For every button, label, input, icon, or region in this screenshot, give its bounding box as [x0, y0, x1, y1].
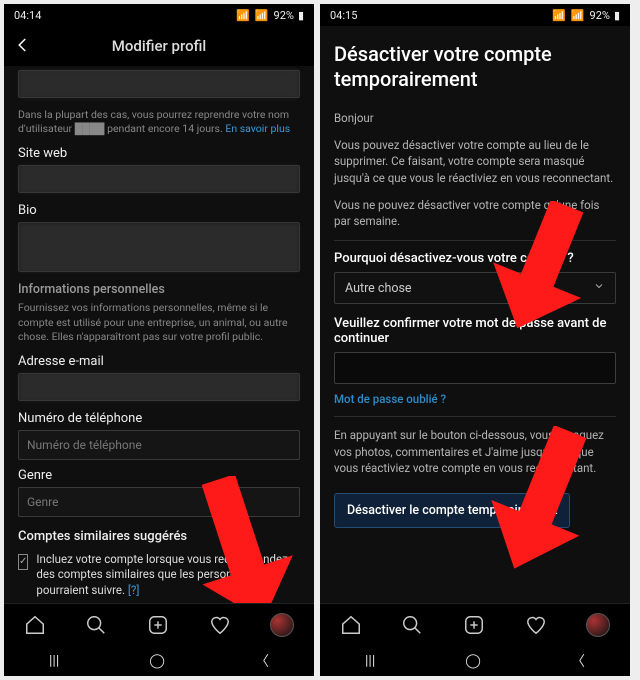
password-field[interactable]	[334, 352, 616, 384]
username-caption: Dans la plupart des cas, vous pourrez re…	[18, 108, 300, 136]
deactivate-p1: Vous pouvez désactiver votre compte au l…	[334, 137, 616, 187]
similar-help-link[interactable]: [?]	[125, 583, 139, 597]
separator	[334, 416, 616, 417]
home-icon[interactable]	[24, 614, 46, 636]
add-icon[interactable]	[147, 614, 169, 636]
content-right: Désactiver votre compte temporairement B…	[320, 26, 630, 603]
nav-home-icon[interactable]: ◯	[149, 653, 165, 669]
profile-avatar[interactable]	[270, 613, 294, 637]
tab-bar	[4, 603, 314, 646]
phone-field[interactable]: Numéro de téléphone	[18, 430, 300, 460]
chevron-down-icon	[593, 280, 605, 296]
confirm-pwd-label: Veuillez confirmer votre mot de passe av…	[334, 316, 616, 346]
genre-field[interactable]: Genre	[18, 487, 300, 517]
learn-more-link[interactable]: En savoir plus	[223, 122, 290, 135]
genre-label: Genre	[18, 468, 300, 483]
similar-checkbox-row[interactable]: ✓ Incluez votre compte lorsque vous reco…	[18, 552, 300, 599]
separator	[334, 240, 616, 241]
title-bar: Modifier profil	[4, 26, 314, 66]
search-icon[interactable]	[401, 614, 423, 636]
android-nav: ||| ◯ 〈	[320, 646, 630, 676]
status-time: 04:15	[330, 9, 357, 22]
personal-info-caption: Fournissez vos informations personnelles…	[18, 301, 300, 344]
status-icons: 📶 📶	[552, 9, 585, 22]
home-icon[interactable]	[340, 614, 362, 636]
deactivate-p3: En appuyant sur le bouton ci-dessous, vo…	[334, 427, 616, 477]
email-field[interactable]	[18, 373, 300, 401]
reason-select[interactable]: Autre chose	[334, 272, 616, 304]
nav-back-icon[interactable]: 〈	[571, 651, 585, 671]
username-field[interactable]	[18, 70, 300, 98]
status-right: 📶 📶 92% ▮	[236, 9, 304, 22]
search-icon[interactable]	[85, 614, 107, 636]
site-web-field[interactable]	[18, 165, 300, 193]
checkbox-icon[interactable]: ✓	[18, 554, 28, 570]
deactivate-title: Désactiver votre compte temporairement	[334, 42, 616, 92]
status-bar: 04:15 📶 📶 92% ▮	[320, 4, 630, 26]
android-nav: ||| ◯ 〈	[4, 646, 314, 676]
deactivate-p2: Vous ne pouvez désactiver votre compte q…	[334, 197, 616, 230]
nav-back-icon[interactable]: 〈	[255, 651, 269, 671]
back-icon[interactable]	[14, 36, 32, 54]
nav-recents-icon[interactable]: |||	[365, 653, 375, 669]
email-label: Adresse e-mail	[18, 354, 300, 369]
status-time: 04:14	[14, 9, 41, 22]
similar-heading: Comptes similaires suggérés	[18, 529, 300, 544]
status-bar: 04:14 📶 📶 92% ▮	[4, 4, 314, 26]
phone-label: Numéro de téléphone	[18, 411, 300, 426]
forgot-password-link[interactable]: Mot de passe oublié ?	[334, 392, 616, 406]
tab-bar	[320, 603, 630, 646]
heart-icon[interactable]	[525, 614, 547, 636]
page-title: Modifier profil	[112, 37, 206, 55]
status-battery: 92%	[274, 9, 294, 22]
nav-home-icon[interactable]: ◯	[465, 653, 481, 669]
profile-avatar[interactable]	[586, 613, 610, 637]
phone-right: 04:15 📶 📶 92% ▮ Désactiver votre compte …	[320, 4, 630, 676]
bio-field[interactable]	[18, 222, 300, 272]
phone-left: 04:14 📶 📶 92% ▮ Modifier profil Dans la …	[4, 4, 314, 676]
content-left: Dans la plupart des cas, vous pourrez re…	[4, 66, 314, 603]
status-icons: 📶 📶	[236, 9, 269, 22]
reason-question: Pourquoi désactivez-vous votre compte ?	[334, 251, 616, 266]
similar-check-label: Incluez votre compte lorsque vous recomm…	[36, 552, 300, 599]
status-battery: 92%	[590, 9, 610, 22]
personal-info-heading: Informations personnelles	[18, 282, 300, 297]
status-right: 📶 📶 92% ▮	[552, 9, 620, 22]
nav-recents-icon[interactable]: |||	[49, 653, 59, 669]
hello-text: Bonjour	[334, 110, 616, 127]
battery-icon: ▮	[614, 9, 620, 22]
deactivate-button[interactable]: Désactiver le compte temporairement	[334, 493, 570, 528]
reason-selected: Autre chose	[345, 281, 412, 296]
heart-icon[interactable]	[209, 614, 231, 636]
battery-icon: ▮	[298, 9, 304, 22]
site-web-label: Site web	[18, 146, 300, 161]
bio-label: Bio	[18, 203, 300, 218]
add-icon[interactable]	[463, 614, 485, 636]
